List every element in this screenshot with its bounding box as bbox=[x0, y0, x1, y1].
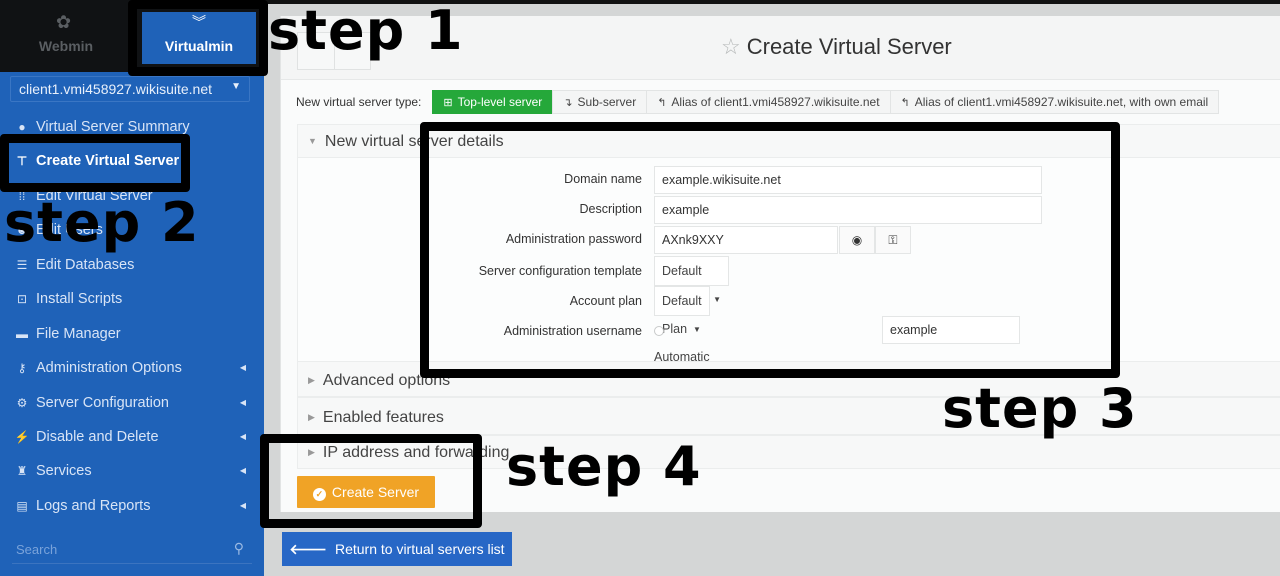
sidebar-item-administration-options[interactable]: ⚷ Administration Options ◀ bbox=[0, 353, 264, 383]
caret-left-icon: ◀ bbox=[239, 432, 246, 441]
triangle-right-icon: ▶ bbox=[308, 412, 315, 422]
annotation-step3: step 3 bbox=[942, 377, 1138, 440]
sidebar-item-logs-and-reports[interactable]: ▤ Logs and Reports ◀ bbox=[0, 491, 264, 521]
webmin-logo-icon: ✿ bbox=[56, 12, 72, 32]
plus-square-icon: ⊞ bbox=[443, 97, 453, 109]
type-btn-label: Alias of client1.vmi458927.wikisuite.net bbox=[671, 95, 880, 109]
sidebar-search-input[interactable]: Search ⚲ bbox=[12, 536, 252, 564]
sidebar-item-label: File Manager bbox=[36, 326, 121, 342]
level-down-icon: ↴ bbox=[563, 97, 573, 109]
type-btn-label: Top-level server bbox=[457, 95, 543, 109]
sidebar-item-label: Services bbox=[36, 463, 92, 479]
caret-left-icon: ◀ bbox=[239, 466, 246, 475]
tab-webmin[interactable]: ✿ Webmin bbox=[0, 0, 132, 72]
tab-webmin-label: Webmin bbox=[38, 38, 94, 54]
key-icon: ⚷ bbox=[17, 361, 27, 375]
sidebar-item-label: Disable and Delete bbox=[36, 429, 159, 445]
sidebar-item-services[interactable]: ♜ Services ◀ bbox=[0, 456, 264, 486]
database-icon: ☰ bbox=[16, 258, 28, 272]
folder-icon: ▬ bbox=[16, 327, 28, 341]
reply-icon: ↰ bbox=[657, 97, 667, 109]
annotation-step1: step 1 bbox=[268, 0, 464, 62]
sidebar-item-install-scripts[interactable]: ⊡ Install Scripts bbox=[0, 284, 264, 314]
sidebar-item-label: Logs and Reports bbox=[36, 498, 151, 514]
caret-left-icon: ◀ bbox=[239, 398, 246, 407]
section-header[interactable]: ▶ Enabled features bbox=[308, 398, 444, 436]
caret-down-icon: ▼ bbox=[231, 81, 241, 92]
type-top-level-server[interactable]: ⊞ Top-level server bbox=[432, 90, 554, 114]
server-type-row: New virtual server type: ⊞ Top-level serv… bbox=[296, 90, 1220, 114]
sidebar-item-label: Install Scripts bbox=[36, 291, 123, 307]
annotation-step2: step 2 bbox=[4, 191, 200, 254]
annotation-step4: step 4 bbox=[506, 435, 702, 498]
caret-left-icon: ◀ bbox=[239, 501, 246, 510]
section-title: Enabled features bbox=[322, 409, 444, 426]
annotation-box-step2 bbox=[0, 134, 190, 192]
type-sub-server[interactable]: ↴ Sub-server bbox=[552, 90, 648, 114]
reply-icon: ↰ bbox=[900, 97, 910, 109]
sidebar: ✿ Webmin ︾ Virtualmin client1.vmi458927.… bbox=[0, 0, 264, 576]
type-btn-label: Alias of client1.vmi458927.wikisuite.net… bbox=[914, 95, 1209, 109]
star-icon[interactable]: ☆ bbox=[721, 34, 741, 59]
annotation-box-step4 bbox=[260, 434, 482, 528]
sidebar-item-label: Administration Options bbox=[36, 360, 182, 376]
sidebar-item-server-configuration[interactable]: ⚙ Server Configuration ◀ bbox=[0, 388, 264, 418]
sidebar-item-label: Virtual Server Summary bbox=[36, 119, 190, 135]
download-icon: ⊡ bbox=[16, 292, 28, 306]
search-icon[interactable]: ⚲ bbox=[234, 540, 244, 557]
triangle-right-icon: ▶ bbox=[308, 375, 315, 385]
return-to-list-button[interactable]: 🡐 Return to virtual servers list bbox=[282, 532, 512, 566]
sidebar-item-disable-and-delete[interactable]: ⚡ Disable and Delete ◀ bbox=[0, 422, 264, 452]
sidebar-item-label: Server Configuration bbox=[36, 395, 169, 411]
annotation-box-step3 bbox=[420, 122, 1120, 378]
file-icon: ▤ bbox=[16, 499, 28, 513]
arrow-left-icon: 🡐 bbox=[289, 541, 327, 557]
sidebar-item-file-manager[interactable]: ▬ File Manager bbox=[0, 319, 264, 349]
sidebar-item-edit-databases[interactable]: ☰ Edit Databases bbox=[0, 250, 264, 280]
annotation-box-step1 bbox=[128, 0, 268, 76]
server-type-label: New virtual server type: bbox=[296, 95, 422, 109]
sidebar-item-label: Edit Databases bbox=[36, 257, 135, 273]
type-btn-label: Sub-server bbox=[577, 95, 637, 109]
search-placeholder: Search bbox=[16, 542, 58, 557]
caret-left-icon: ◀ bbox=[239, 363, 246, 372]
type-alias[interactable]: ↰ Alias of client1.vmi458927.wikisuite.ne… bbox=[646, 90, 891, 114]
page-title-text: Create Virtual Server bbox=[746, 34, 952, 59]
sitemap-icon: ♜ bbox=[16, 464, 28, 478]
type-alias-own-email[interactable]: ↰ Alias of client1.vmi458927.wikisuite.ne… bbox=[889, 90, 1220, 114]
plug-icon: ⚡ bbox=[14, 430, 30, 444]
page-title: ☆ Create Virtual Server bbox=[721, 34, 952, 60]
triangle-down-icon: ▼ bbox=[308, 136, 317, 146]
return-label: Return to virtual servers list bbox=[334, 541, 505, 557]
cogs-icon: ⚙ bbox=[16, 396, 28, 410]
domain-select[interactable]: client1.vmi458927.wikisuite.net ▼ bbox=[10, 76, 250, 102]
domain-select-value: client1.vmi458927.wikisuite.net bbox=[19, 81, 212, 97]
